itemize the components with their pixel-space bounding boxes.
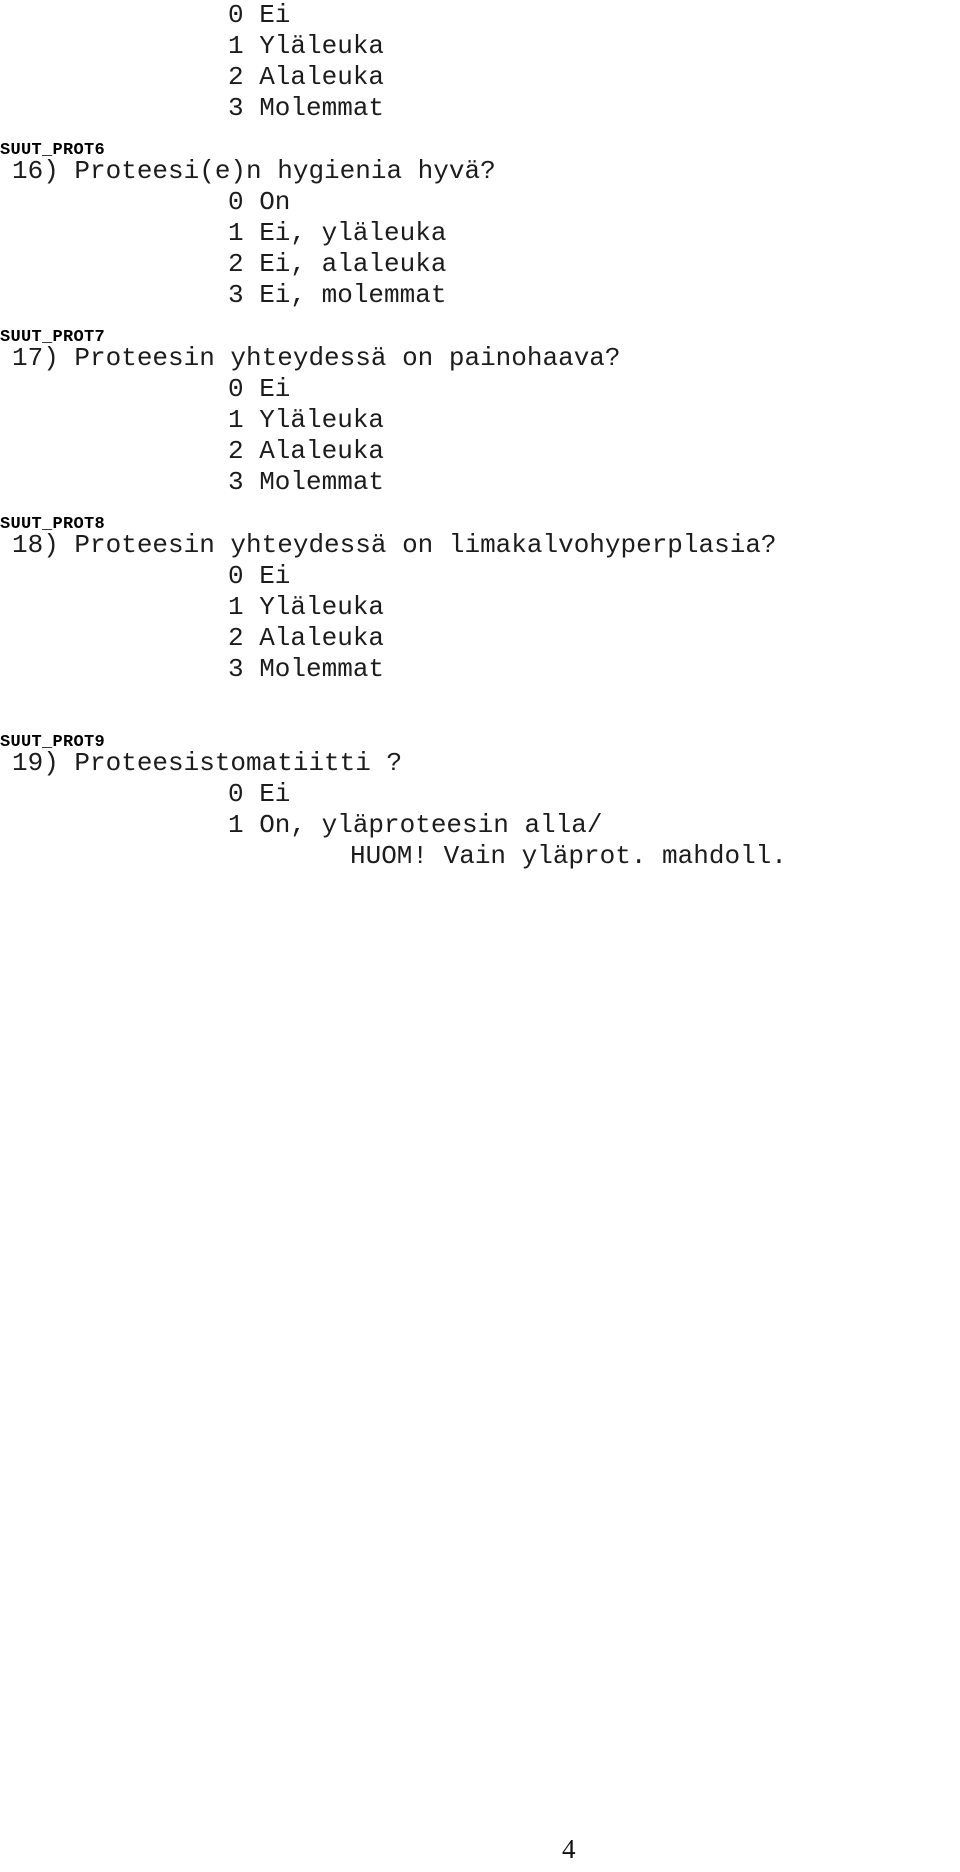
list-item: 1 On, yläproteesin alla/ <box>228 810 603 840</box>
list-item: 0 Ei <box>228 561 291 591</box>
list-item: 3 Ei, molemmat <box>228 280 447 310</box>
question-text: 18) Proteesin yhteydessä on limakalvohyp… <box>12 530 777 560</box>
list-item: 0 On <box>228 187 291 217</box>
list-item: 1 Yläleuka <box>228 405 385 435</box>
list-item: 3 Molemmat <box>228 654 385 684</box>
list-item: 0 Ei <box>228 0 291 30</box>
question-text: 19) Proteesistomatiitti ? <box>12 748 403 778</box>
list-item: 3 Molemmat <box>228 93 385 123</box>
question-note: HUOM! Vain yläprot. mahdoll. <box>350 841 787 871</box>
list-item: 0 Ei <box>228 779 291 809</box>
list-item: 0 Ei <box>228 374 291 404</box>
list-item: 1 Yläleuka <box>228 592 385 622</box>
document-page: 0 Ei 1 Yläleuka 2 Alaleuka 3 Molemmat SU… <box>0 0 960 1872</box>
list-item: 2 Alaleuka <box>228 62 385 92</box>
question-text: 16) Proteesi(e)n hygienia hyvä? <box>12 156 496 186</box>
list-item: 2 Alaleuka <box>228 436 385 466</box>
list-item: 3 Molemmat <box>228 467 385 497</box>
page-number: 4 <box>562 1834 576 1864</box>
question-text: 17) Proteesin yhteydessä on painohaava? <box>12 343 621 373</box>
list-item: 2 Alaleuka <box>228 623 385 653</box>
list-item: 2 Ei, alaleuka <box>228 249 447 279</box>
list-item: 1 Yläleuka <box>228 31 385 61</box>
list-item: 1 Ei, yläleuka <box>228 218 447 248</box>
